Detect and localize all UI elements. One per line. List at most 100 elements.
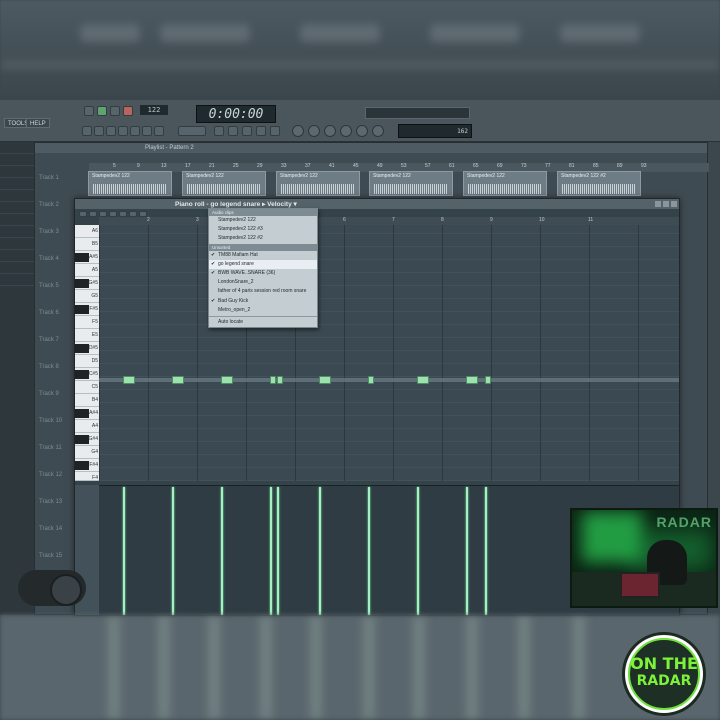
browser-icon[interactable] bbox=[270, 126, 280, 136]
step-edit-icon[interactable] bbox=[130, 126, 140, 136]
snap-icon[interactable] bbox=[82, 126, 92, 136]
note[interactable] bbox=[123, 376, 135, 384]
question-icon[interactable] bbox=[372, 125, 384, 137]
mixer-icon[interactable] bbox=[256, 126, 266, 136]
paint-tool-icon[interactable] bbox=[89, 211, 97, 217]
piano-key[interactable]: D5 bbox=[75, 355, 99, 368]
audio-clip[interactable]: Stampedev2 122 bbox=[276, 171, 360, 196]
audio-clip[interactable]: Stampedev2 122 bbox=[463, 171, 547, 196]
close-icon[interactable] bbox=[671, 201, 677, 207]
piano-key[interactable]: B4 bbox=[75, 394, 99, 407]
metronome-icon[interactable] bbox=[94, 126, 104, 136]
note[interactable] bbox=[485, 376, 491, 384]
typing-keyboard-icon[interactable] bbox=[154, 126, 164, 136]
snap-dropdown[interactable] bbox=[178, 126, 206, 136]
menu-item[interactable]: ✔ Bad Guy Kick bbox=[209, 297, 317, 306]
menu-item[interactable]: Stampedev2 122 #3 bbox=[209, 225, 317, 234]
channel-select-menu[interactable]: Audio clips Stampedev2 122 Stampedev2 12… bbox=[208, 208, 318, 328]
note[interactable] bbox=[319, 376, 331, 384]
note[interactable] bbox=[270, 376, 276, 384]
track-label[interactable]: Track 1 bbox=[35, 175, 85, 181]
audio-clip[interactable]: Stampedev2 122 #2 bbox=[557, 171, 641, 196]
note[interactable] bbox=[368, 376, 374, 384]
render-icon[interactable] bbox=[308, 125, 320, 137]
help-icon[interactable] bbox=[356, 125, 368, 137]
note[interactable] bbox=[221, 376, 233, 384]
menu-item-selected[interactable]: ✔ go legend snare bbox=[209, 259, 317, 269]
piano-key[interactable]: D#5 bbox=[75, 342, 99, 355]
menu-item[interactable]: Stampedev2 122 bbox=[209, 216, 317, 225]
velocity-bar[interactable] bbox=[277, 487, 279, 615]
piano-key[interactable]: G5 bbox=[75, 290, 99, 303]
piano-roll-ruler[interactable]: 2 3 4 5 6 7 8 9 10 11 bbox=[99, 217, 679, 225]
record-icon[interactable] bbox=[123, 106, 133, 116]
piano-key[interactable]: F#4 bbox=[75, 459, 99, 472]
ruler-tick: 69 bbox=[497, 163, 503, 169]
velocity-bar[interactable] bbox=[417, 487, 419, 615]
menu-item[interactable]: Stampedev2 122 #2 bbox=[209, 234, 317, 243]
tempo-display[interactable]: 122 bbox=[140, 105, 168, 115]
velocity-bar[interactable] bbox=[123, 487, 125, 615]
audio-clip[interactable]: Stampedev2 122 bbox=[369, 171, 453, 196]
loop-record-icon[interactable] bbox=[118, 126, 128, 136]
piano-roll-icon[interactable] bbox=[228, 126, 238, 136]
piano-key[interactable]: G#4 bbox=[75, 433, 99, 446]
piano-roll-channel[interactable]: go legend snare bbox=[210, 201, 260, 208]
ruler-tick: 49 bbox=[377, 163, 383, 169]
piano-key[interactable]: F4 bbox=[75, 472, 99, 481]
project-icon[interactable] bbox=[324, 125, 336, 137]
piano-key[interactable]: F5 bbox=[75, 316, 99, 329]
menu-item[interactable]: ✔ TM88 Mafiam Hat bbox=[209, 251, 317, 260]
velocity-bar[interactable] bbox=[221, 487, 223, 615]
piano-key[interactable]: C5 bbox=[75, 381, 99, 394]
menu-item[interactable]: ✔ BWB WAVE..SNARE (36) bbox=[209, 269, 317, 278]
pencil-tool-icon[interactable] bbox=[79, 211, 87, 217]
scroll-knob[interactable] bbox=[18, 570, 86, 606]
piano-keyboard[interactable]: A6 B5 A#5 A5 G#5 G5 F#5 F5 E5 D#5 D5 C#5… bbox=[75, 225, 99, 481]
blend-notes-icon[interactable] bbox=[142, 126, 152, 136]
piano-key[interactable]: G#5 bbox=[75, 277, 99, 290]
audio-clip[interactable]: Stampedev2 122 bbox=[88, 171, 172, 196]
audio-clip[interactable]: Stampedev2 122 bbox=[182, 171, 266, 196]
piano-key[interactable]: G4 bbox=[75, 446, 99, 459]
piano-key[interactable]: B5 bbox=[75, 238, 99, 251]
note[interactable] bbox=[277, 376, 283, 384]
menu-item[interactable]: LondonSnare_2 bbox=[209, 278, 317, 287]
playlist-icon[interactable] bbox=[214, 126, 224, 136]
piano-roll-param[interactable]: Velocity bbox=[267, 201, 292, 208]
velocity-bar[interactable] bbox=[319, 487, 321, 615]
piano-key[interactable]: A5 bbox=[75, 264, 99, 277]
menu-item-label: Bad Guy Kick bbox=[218, 297, 249, 304]
note[interactable] bbox=[417, 376, 429, 384]
velocity-bar[interactable] bbox=[172, 487, 174, 615]
maximize-icon[interactable] bbox=[663, 201, 669, 207]
note[interactable] bbox=[466, 376, 478, 384]
key-label: C5 bbox=[91, 384, 98, 390]
countdown-icon[interactable] bbox=[106, 126, 116, 136]
velocity-bar[interactable] bbox=[485, 487, 487, 615]
tempo-tap-icon[interactable] bbox=[340, 125, 352, 137]
piano-key[interactable]: E5 bbox=[75, 329, 99, 342]
piano-key[interactable]: C#5 bbox=[75, 368, 99, 381]
piano-key[interactable]: A4 bbox=[75, 420, 99, 433]
note-grid[interactable] bbox=[99, 225, 679, 481]
menu-item-auto-locate[interactable]: Auto locate bbox=[209, 318, 317, 327]
channel-rack-icon[interactable] bbox=[242, 126, 252, 136]
velocity-bar[interactable] bbox=[270, 487, 272, 615]
stop-icon[interactable] bbox=[110, 106, 120, 116]
piano-key[interactable]: A6 bbox=[75, 225, 99, 238]
minimize-icon[interactable] bbox=[655, 201, 661, 207]
piano-key[interactable]: A#4 bbox=[75, 407, 99, 420]
piano-key[interactable]: A#5 bbox=[75, 251, 99, 264]
plugin-icon[interactable] bbox=[292, 125, 304, 137]
menu-item[interactable]: Metro_open_2 bbox=[209, 306, 317, 315]
piano-key[interactable]: F#5 bbox=[75, 303, 99, 316]
piano-roll-titlebar[interactable]: Piano roll - go legend snare ▸ Velocity … bbox=[75, 199, 679, 209]
menu-item[interactable]: father of 4 paris session red room snare bbox=[209, 287, 317, 296]
note[interactable] bbox=[172, 376, 184, 384]
velocity-bar[interactable] bbox=[368, 487, 370, 615]
menu-help[interactable]: HELP bbox=[26, 118, 50, 128]
pattern-mode-button[interactable] bbox=[84, 106, 94, 116]
play-icon[interactable] bbox=[97, 106, 107, 116]
velocity-bar[interactable] bbox=[466, 487, 468, 615]
